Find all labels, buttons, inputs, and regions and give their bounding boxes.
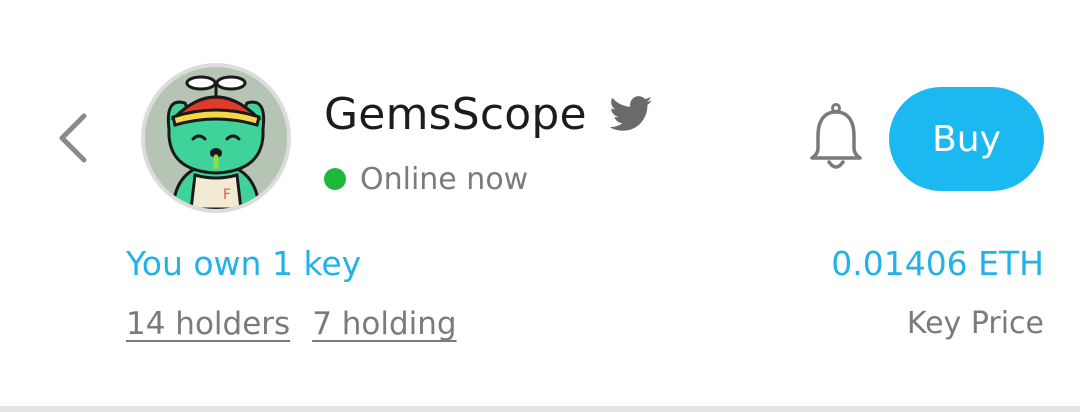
holder-links: 14 holders 7 holding (126, 306, 457, 342)
online-dot-icon (324, 168, 346, 190)
key-price-value: 0.01406 ETH (831, 244, 1044, 283)
back-button[interactable] (52, 108, 96, 168)
online-status: Online now (324, 158, 528, 200)
holders-link[interactable]: 14 holders (126, 306, 290, 342)
profile-name-row: GemsScope (324, 84, 653, 144)
chevron-left-icon (59, 113, 87, 163)
holding-link[interactable]: 7 holding (312, 306, 456, 342)
twitter-link[interactable] (609, 96, 653, 132)
bell-icon (810, 103, 862, 169)
avatar-image: F (145, 67, 287, 209)
buy-button[interactable]: Buy (889, 87, 1044, 191)
key-price-label: Key Price (906, 306, 1044, 341)
notification-button[interactable] (804, 102, 868, 176)
profile-name: GemsScope (324, 88, 587, 140)
svg-text:F: F (223, 187, 231, 203)
status-text: Online now (360, 161, 529, 197)
ownership-text: You own 1 key (126, 244, 362, 283)
avatar[interactable]: F (145, 67, 287, 209)
twitter-icon (609, 96, 652, 131)
profile-header-screen: F GemsScope Online now Buy You own 1 key… (0, 0, 1080, 412)
divider (0, 406, 1080, 412)
